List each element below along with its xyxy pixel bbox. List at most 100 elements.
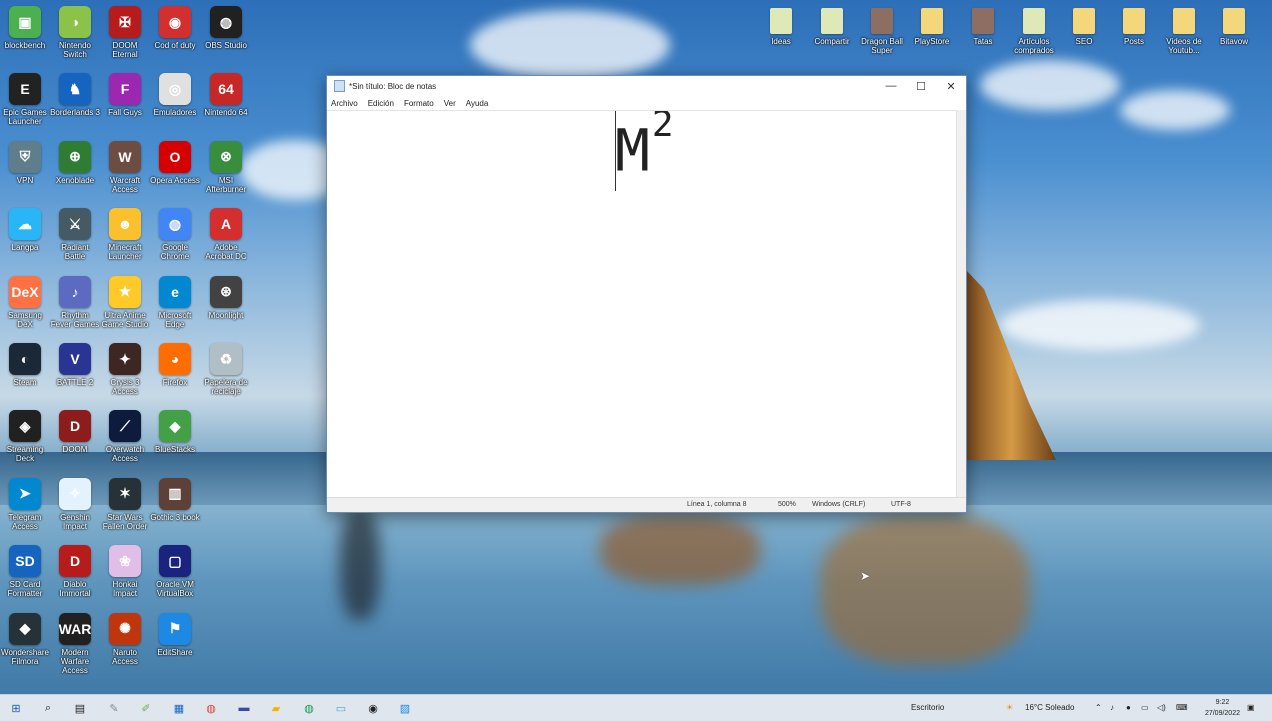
desktop-icon[interactable]: ◆ Wondershare Filmora xyxy=(0,611,50,673)
record-icon[interactable]: ● xyxy=(1126,695,1131,721)
close-button[interactable]: ✕ xyxy=(936,76,966,96)
document-icon xyxy=(770,8,792,34)
taskbar-remote-icon[interactable]: ▬ xyxy=(235,699,253,717)
app-icon: ▣ xyxy=(9,6,41,38)
desktop-icon[interactable]: DeX Samsung DeX xyxy=(0,274,50,336)
language-icon[interactable]: ⌨ xyxy=(1176,695,1188,721)
desktop-icon[interactable]: ♪ Rhythm Fever Games xyxy=(50,274,100,336)
desktop-icon[interactable]: ☻ Minecraft Launcher xyxy=(100,206,150,268)
desktop-icon[interactable]: ◎ Emuladores xyxy=(150,71,200,133)
notifications-icon[interactable]: ▣ xyxy=(1247,695,1255,721)
desktop-icon[interactable]: ⚑ EditShare xyxy=(150,611,200,673)
desktop-icon-label: Telegram Access xyxy=(8,512,42,531)
desktop-icon[interactable]: e Microsoft Edge xyxy=(150,274,200,336)
desktop-icon[interactable]: W Warcraft Access xyxy=(100,139,150,201)
app-icon: ⊛ xyxy=(210,275,242,308)
speaker-icon[interactable]: ◁) xyxy=(1157,695,1166,721)
microphone-icon[interactable]: ♪ xyxy=(1110,695,1114,721)
desktop-icon-label: Papelera de reciclaje xyxy=(204,378,248,396)
desktop-icon[interactable]: ▥ Gothic 3 book xyxy=(150,476,200,538)
desktop-icon[interactable]: ◆ BlueStacks xyxy=(150,408,200,470)
desktop-icon[interactable]: ✧ Genshin Impact xyxy=(50,476,100,538)
desktop-icon[interactable]: F Fall Guys xyxy=(100,71,150,133)
desktop-icon[interactable]: ▢ Oracle VM VirtualBox xyxy=(150,543,200,605)
app-icon: ♪ xyxy=(59,275,91,308)
taskbar-chrome2-icon[interactable]: ◍ xyxy=(300,699,318,717)
desktop-icon[interactable]: 64 Nintendo 64 xyxy=(201,71,251,133)
desktop-icon[interactable]: ✦ Crysis 3 Access xyxy=(100,341,150,403)
desktop-file-icon[interactable]: PlayStore xyxy=(903,4,961,66)
status-bar: Línea 1, columna 8 500% Windows (CRLF) U… xyxy=(327,497,966,512)
desktop-icon[interactable]: ◈ Streaming Deck xyxy=(0,408,50,470)
clock-time: 9:22 xyxy=(1215,699,1230,706)
taskbar-notepad-icon[interactable]: ▭ xyxy=(332,699,350,717)
desktop-icon[interactable]: A Adobe Acrobat DC xyxy=(201,206,251,268)
desktop-icon[interactable]: E Epic Games Launcher xyxy=(0,71,50,133)
weather-text[interactable]: 16°C Soleado xyxy=(1025,695,1074,721)
taskbar-store-icon[interactable]: ▦ xyxy=(170,699,188,717)
app-icon: SD xyxy=(9,545,41,578)
menu-formato[interactable]: Formato xyxy=(404,99,434,108)
text-editor[interactable]: M2 xyxy=(327,110,956,499)
desktop-icon[interactable]: ◉ Cod of duty xyxy=(150,4,200,66)
clock[interactable]: 9:22 27/09/2022 xyxy=(1205,697,1240,719)
taskbar-obs-icon[interactable]: ◉ xyxy=(364,699,382,717)
maximize-button[interactable]: ☐ xyxy=(906,76,936,96)
desktop-icon[interactable]: ⟋ Overwatch Access xyxy=(100,408,150,470)
desktop-icon[interactable]: ◍ OBS Studio xyxy=(201,4,251,66)
desktop-icon[interactable]: WAR Modern Warfare Access xyxy=(50,611,100,675)
desktop-icon-label: Langpa xyxy=(11,243,39,253)
desktop-icon[interactable]: O Opera Access xyxy=(150,139,200,201)
desktop-file-icon[interactable]: Bitavow xyxy=(1205,4,1263,66)
desktop-icon[interactable]: ⊕ Xenoblade xyxy=(50,139,100,201)
tray-chevron-icon[interactable]: ⌃ xyxy=(1095,695,1102,721)
desktop-icon[interactable]: ⚔ Radiant Battle xyxy=(50,206,100,268)
desktop-icon[interactable]: ♞ Borderlands 3 xyxy=(50,71,100,133)
network-icon[interactable]: ▭ xyxy=(1141,695,1149,721)
desktop-icon[interactable]: D Diablo Immortal xyxy=(50,543,100,605)
desktop-file-icon[interactable]: Tatas xyxy=(954,4,1012,66)
minimize-button[interactable]: — xyxy=(876,76,906,96)
menu-ver[interactable]: Ver xyxy=(444,99,456,108)
desktop-icon[interactable]: ⊛ Moonlight xyxy=(201,274,251,336)
desktop-icon[interactable]: ✺ Naruto Access xyxy=(100,611,150,673)
desktop-icon[interactable]: D DOOM xyxy=(50,408,100,470)
desktop-icon[interactable]: ❀ Honkai Impact xyxy=(100,543,150,605)
taskbar-files-icon[interactable]: ▰ xyxy=(267,699,285,717)
menu-archivo[interactable]: Archivo xyxy=(331,99,358,108)
desktop-icon[interactable]: ◍ Google Chrome xyxy=(150,206,200,268)
desktop-icon[interactable]: ☁ Langpa xyxy=(0,206,50,268)
vertical-scrollbar[interactable] xyxy=(956,110,966,498)
desktop-icon[interactable]: ✠ DOOM Eternal xyxy=(100,4,150,66)
taskbar-tool-icon[interactable]: ✎ xyxy=(105,699,123,717)
desktop-icon-label: OBS Studio xyxy=(205,41,247,50)
desktop-icon[interactable]: ▣ blockbench xyxy=(0,4,50,66)
desktop-file-icon[interactable]: Ideas xyxy=(752,4,810,66)
taskbar-task-view-icon[interactable]: ▤ xyxy=(71,699,89,717)
menu-edicion[interactable]: Edición xyxy=(368,99,394,108)
menu-ayuda[interactable]: Ayuda xyxy=(466,99,489,108)
taskbar-notepadpp-icon[interactable]: ✐ xyxy=(137,699,155,717)
taskbar-photos-icon[interactable]: ▨ xyxy=(396,699,414,717)
taskbar-chrome-icon[interactable]: ◍ xyxy=(202,699,220,717)
notepad-window[interactable]: *Sin título: Bloc de notas — ☐ ✕ Archivo… xyxy=(326,75,967,513)
desktop-icon[interactable]: ⛨ VPN xyxy=(0,139,50,201)
desktop-icon[interactable]: ♻ Papelera de reciclaje xyxy=(201,341,251,403)
title-bar[interactable]: *Sin título: Bloc de notas — ☐ ✕ xyxy=(327,76,966,96)
app-icon: A xyxy=(210,208,242,241)
desktop-icon[interactable]: ◑ Nintendo Switch xyxy=(50,4,100,66)
desktop-icon[interactable]: ➤ Telegram Access xyxy=(0,476,50,538)
desktop-icon[interactable]: SD SD Card Formatter xyxy=(0,543,50,605)
text-superscript-2: 2 xyxy=(651,110,674,145)
desktop-icon[interactable]: ◐ Steam xyxy=(0,341,50,403)
desktop-icon-label: Xenoblade xyxy=(55,175,95,185)
desktop-icon[interactable]: V BATTLE 2 xyxy=(50,341,100,403)
taskbar-start-icon[interactable]: ⊞ xyxy=(7,699,25,717)
desktop-icon[interactable]: ★ Ultra Anime Game Studio xyxy=(100,274,150,336)
desktop-icon[interactable]: ⊗ MSI Afterburner xyxy=(201,139,251,201)
app-icon: ◆ xyxy=(159,410,191,443)
taskbar-search-icon[interactable]: ⌕ xyxy=(39,699,57,717)
desktop-icon[interactable]: ✶ Star Wars Fallen Order xyxy=(100,476,150,538)
desktop-icon[interactable]: ◕ Firefox xyxy=(150,341,200,403)
desktop-toolbar-label[interactable]: Escritorio xyxy=(911,695,944,721)
